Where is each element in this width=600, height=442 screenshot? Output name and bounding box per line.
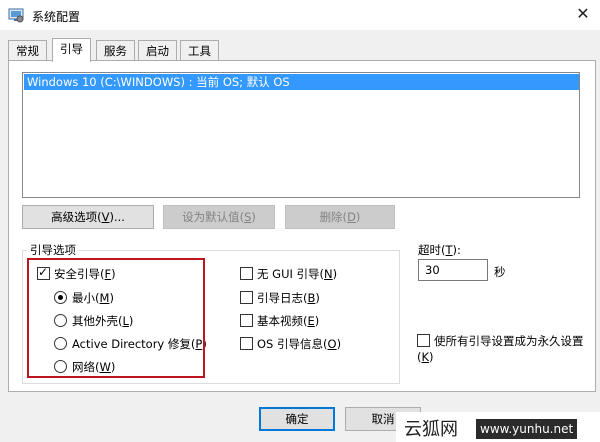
boot-options-legend: 引导选项 [27,242,79,258]
os-boot-info-checkbox[interactable]: OS 引导信息(O) [240,336,341,352]
advanced-options-label: 高级选项(V)... [51,210,125,224]
checkbox-icon [240,291,253,304]
advanced-options-button[interactable]: 高级选项(V)... [22,205,154,229]
msconfig-app-icon [8,8,24,23]
checkbox-icon [417,334,430,347]
no-gui-boot-checkbox[interactable]: 无 GUI 引导(N) [240,266,337,282]
timeout-label: 超时(T): [418,243,461,257]
system-config-window: 系统配置 ✕ 常规 引导 服务 启动 工具 Windows 10 (C:\WIN… [0,0,600,442]
tab-tools[interactable]: 工具 [180,40,219,61]
checkbox-icon [240,337,253,350]
make-permanent-checkbox[interactable]: 使所有引导设置成为永久设置(K) [417,333,587,365]
tab-startup[interactable]: 启动 [138,40,177,61]
watermark-url: www.yunhu.net [476,419,578,439]
os-list-item[interactable]: Windows 10 (C:\WINDOWS) : 当前 OS; 默认 OS [24,74,579,90]
highlight-annotation-box [27,258,205,378]
base-video-checkbox[interactable]: 基本视频(E) [240,313,319,329]
tab-general[interactable]: 常规 [8,40,47,61]
set-default-label: 设为默认值(S) [182,210,256,224]
boot-log-label: 引导日志(B) [257,291,320,305]
close-icon: ✕ [576,4,590,23]
checkbox-icon [240,314,253,327]
tab-boot[interactable]: 引导 [52,38,91,62]
close-button[interactable]: ✕ [566,0,600,28]
set-default-button[interactable]: 设为默认值(S) [163,205,275,229]
tab-services[interactable]: 服务 [96,40,135,61]
base-video-label: 基本视频(E) [257,314,320,328]
make-permanent-label: 使所有引导设置成为永久设置(K) [417,334,584,364]
os-list[interactable]: Windows 10 (C:\WINDOWS) : 当前 OS; 默认 OS [22,72,580,198]
watermark: 云狐网 www.yunhu.net [396,412,600,442]
timeout-input[interactable]: 30 [418,259,488,281]
ok-button[interactable]: 确定 [259,407,335,431]
checkbox-icon [240,267,253,280]
watermark-text: 云狐网 [404,419,458,440]
window-title: 系统配置 [32,10,81,24]
no-gui-boot-label: 无 GUI 引导(N) [257,267,338,281]
title-bar: 系统配置 ✕ [0,0,600,30]
os-boot-info-label: OS 引导信息(O) [257,337,342,351]
timeout-unit: 秒 [494,265,506,279]
delete-button[interactable]: 删除(D) [285,205,395,229]
delete-label: 删除(D) [319,210,361,224]
boot-log-checkbox[interactable]: 引导日志(B) [240,290,320,306]
